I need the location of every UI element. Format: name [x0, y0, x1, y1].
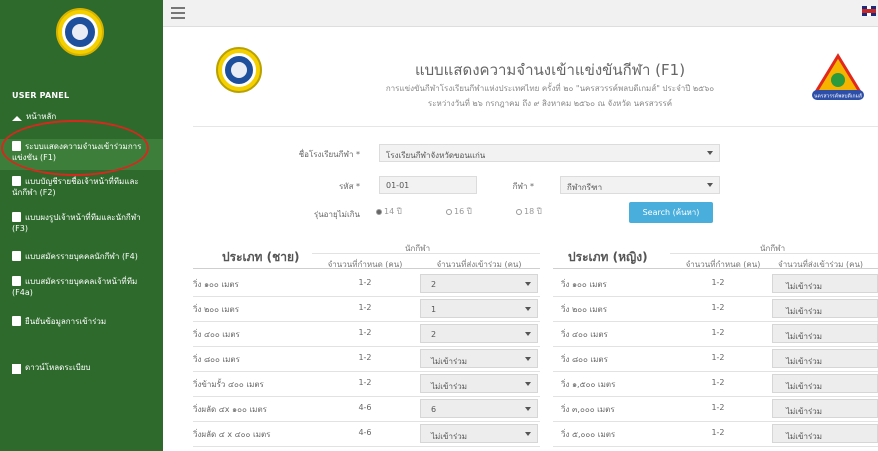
sidebar-item-f2[interactable]: แบบบัญชีรายชื่อเจ้าหน้าที่ทีมและนักกีฬา … — [0, 176, 150, 198]
file-icon — [12, 276, 21, 286]
event-name: วิ่ง ๑๐๐ เมตร — [561, 280, 607, 289]
entered-select[interactable]: 2 — [420, 274, 538, 293]
chevron-down-icon — [525, 432, 531, 436]
entered-select[interactable]: ไม่เข้าร่วม — [772, 324, 878, 343]
age-radio-18[interactable]: 18 ปี — [516, 205, 542, 218]
entered-select[interactable]: ไม่เข้าร่วม — [772, 424, 878, 443]
female-category-header: ประเภท (หญิง) — [568, 250, 648, 264]
event-name: วิ่ง ๕,๐๐๐ เมตร — [561, 430, 616, 439]
top-bar — [163, 0, 878, 27]
file-icon — [12, 251, 21, 261]
entered-select[interactable]: 1 — [420, 299, 538, 318]
page-subtitle: การแข่งขันกีฬาโรงเรียนกีฬาแห่งประเทศไทย … — [385, 84, 715, 93]
sport-label: กีฬา * — [512, 182, 534, 191]
event-logo: นครสวรรค์พลบดีเกมส์ — [812, 53, 864, 100]
highlight-circle — [1, 120, 149, 176]
download-icon — [12, 364, 21, 374]
chevron-down-icon — [525, 332, 531, 336]
entered-select[interactable]: 6 — [420, 399, 538, 418]
chevron-down-icon — [707, 151, 713, 155]
language-flag-icon[interactable] — [862, 6, 876, 16]
entered-select[interactable]: ไม่เข้าร่วม — [772, 299, 878, 318]
required-count: 1-2 — [358, 353, 372, 362]
required-count: 4-6 — [358, 403, 372, 412]
entered-select[interactable]: 2 — [420, 324, 538, 343]
required-count: 1-2 — [711, 303, 725, 312]
female-col-entered: จำนวนที่ส่งเข้าร่วม (คน) — [778, 260, 864, 269]
divider — [193, 126, 878, 127]
event-name: วิ่ง ๔๐๐ เมตร — [561, 330, 608, 339]
panel-title: USER PANEL — [12, 91, 70, 100]
required-count: 1-2 — [358, 303, 372, 312]
required-count: 1-2 — [711, 278, 725, 287]
required-count: 1-2 — [711, 428, 725, 437]
event-name: วิ่ง ๘๐๐ เมตร — [561, 355, 608, 364]
event-name: วิ่ง ๑,๕๐๐ เมตร — [561, 380, 616, 389]
page-subtitle-dates: ระหว่างวันที่ ๒๖ กรกฎาคม ถึง ๙ สิงหาคม ๒… — [427, 99, 673, 108]
age-radio-14[interactable]: 14 ปี — [376, 205, 402, 218]
sidebar-item-f4a[interactable]: แบบสมัครรายบุคคลเจ้าหน้าที่ทีม (F4a) — [0, 276, 152, 298]
sidebar-item-f3[interactable]: แบบผงรูปเจ้าหน้าที่ทีมและนักกีฬา (F3) — [0, 212, 150, 234]
school-label: ชื่อโรงเรียนกีฬา * — [298, 150, 360, 159]
sport-select[interactable]: กีฬากรีฑา — [560, 176, 720, 194]
sidebar-item-f4[interactable]: แบบสมัครรายบุคคลนักกีฬา (F4) — [0, 251, 163, 262]
sidebar: USER PANEL หน้าหลัก ระบบแสดงความจำนงเข้า… — [0, 0, 163, 451]
chevron-down-icon — [525, 357, 531, 361]
event-name: วิ่ง ๓,๐๐๐ เมตร — [561, 405, 615, 414]
entered-select[interactable]: ไม่เข้าร่วม — [772, 274, 878, 293]
page-title: แบบแสดงความจำนงเข้าแข่งขันกีฬา (F1) — [414, 61, 686, 79]
entered-select[interactable]: ไม่เข้าร่วม — [420, 374, 538, 393]
sidebar-item-download[interactable]: ดาวน์โหลดระเบียบ — [0, 362, 163, 374]
sidebar-item-confirm[interactable]: ยืนยันข้อมูลการเข้าร่วม — [0, 316, 163, 327]
required-count: 4-6 — [358, 428, 372, 437]
event-name: วิ่งผลัด ๔x ๑๐๐ เมตร — [193, 405, 267, 414]
file-icon — [12, 212, 21, 222]
male-category-header: ประเภท (ชาย) — [222, 250, 300, 264]
event-name: วิ่ง ๒๐๐ เมตร — [561, 305, 608, 314]
chevron-down-icon — [525, 307, 531, 311]
menu-icon[interactable] — [171, 7, 185, 19]
male-col-required: จำนวนที่กำหนด (คน) — [327, 260, 403, 269]
entered-select[interactable]: ไม่เข้าร่วม — [772, 349, 878, 368]
event-name: วิ่งข้ามรั้ว ๔๐๐ เมตร — [193, 380, 264, 389]
event-name: วิ่ง ๒๐๐ เมตร — [193, 305, 240, 314]
search-button[interactable]: Search (ค้นหา) — [629, 202, 713, 223]
required-count: 1-2 — [711, 353, 725, 362]
code-label: รหัส * — [339, 182, 360, 191]
chevron-down-icon — [525, 282, 531, 286]
entered-select[interactable]: ไม่เข้าร่วม — [772, 399, 878, 418]
svg-text:นครสวรรค์พลบดีเกมส์: นครสวรรค์พลบดีเกมส์ — [814, 93, 862, 100]
chevron-down-icon — [525, 407, 531, 411]
chevron-down-icon — [525, 382, 531, 386]
code-input[interactable]: 01-01 — [379, 176, 477, 194]
required-count: 1-2 — [358, 328, 372, 337]
required-count: 1-2 — [711, 378, 725, 387]
event-name: วิ่งผลัด ๔ x ๔๐๐ เมตร — [193, 430, 271, 439]
entered-select[interactable]: ไม่เข้าร่วม — [420, 424, 538, 443]
age-radio-16[interactable]: 16 ปี — [446, 205, 472, 218]
entered-select[interactable]: ไม่เข้าร่วม — [772, 374, 878, 393]
event-name: วิ่ง ๑๐๐ เมตร — [193, 280, 239, 289]
school-logo — [216, 47, 262, 93]
event-name: วิ่ง ๔๐๐ เมตร — [193, 330, 240, 339]
female-col-required: จำนวนที่กำหนด (คน) — [685, 260, 761, 269]
age-label: รุ่นอายุไม่เกิน — [313, 210, 360, 219]
required-count: 1-2 — [711, 403, 725, 412]
required-count: 1-2 — [711, 328, 725, 337]
male-col-entered: จำนวนที่ส่งเข้าร่วม (คน) — [436, 260, 522, 269]
home-icon — [12, 111, 22, 121]
entered-select[interactable]: ไม่เข้าร่วม — [420, 349, 538, 368]
file-icon — [12, 176, 21, 186]
event-name: วิ่ง ๘๐๐ เมตร — [193, 355, 240, 364]
required-count: 1-2 — [358, 278, 372, 287]
chevron-down-icon — [707, 183, 713, 187]
school-select[interactable]: โรงเรียนกีฬาจังหวัดขอนแก่น — [379, 144, 720, 162]
file-icon — [12, 316, 21, 326]
required-count: 1-2 — [358, 378, 372, 387]
sidebar-logo — [56, 8, 104, 56]
